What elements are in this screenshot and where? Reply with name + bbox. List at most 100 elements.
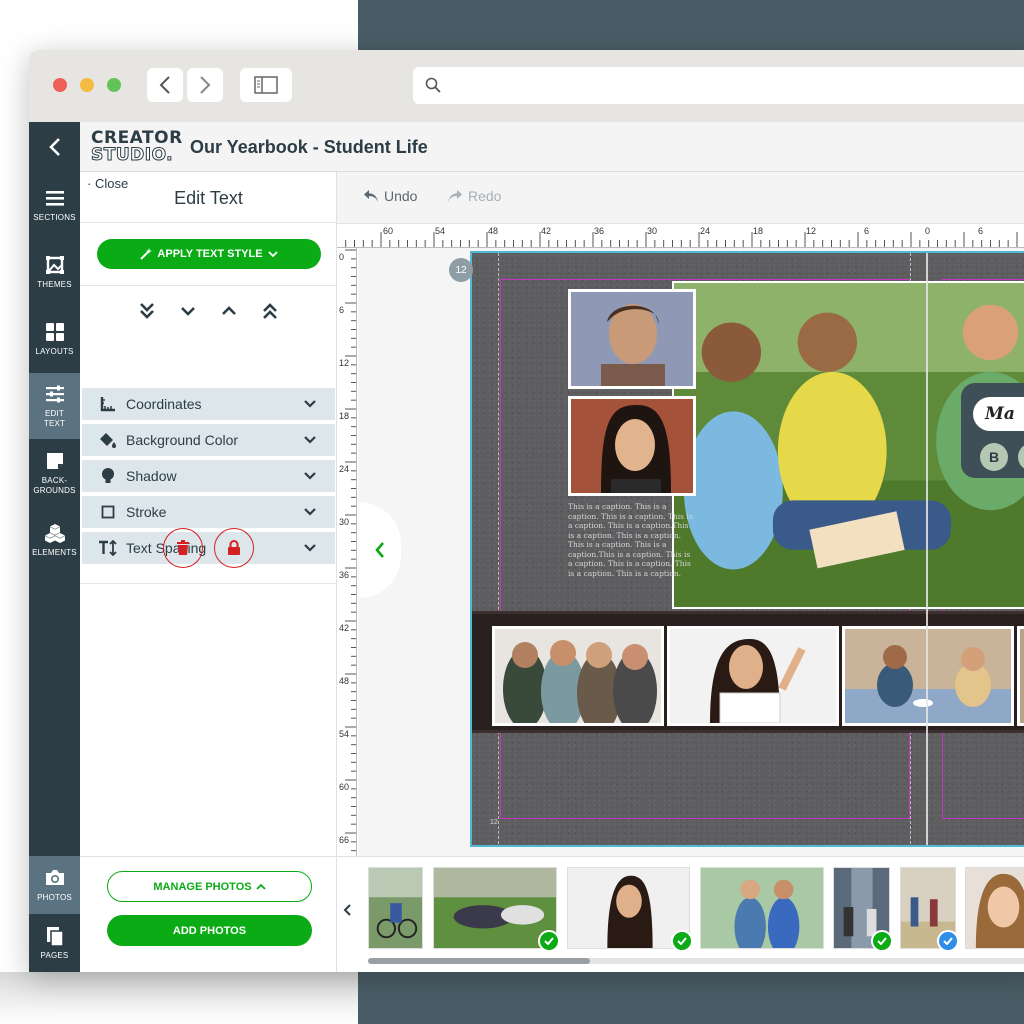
browser-forward-button[interactable] [187, 68, 223, 102]
tray-thumbnail[interactable] [433, 867, 560, 952]
tray-thumbnail[interactable] [368, 867, 423, 949]
accordion-text-spacing[interactable]: Text Spacing [82, 532, 335, 564]
rail-item-edit-text[interactable]: EDIT TEXT [29, 373, 80, 439]
yearbook-spread[interactable]: This is a caption. This is a caption. Th… [470, 251, 1024, 847]
themes-icon [45, 256, 64, 274]
browser-sidebar-button[interactable] [240, 68, 292, 102]
ruler-label: 6 [978, 226, 984, 236]
ruler-icon [98, 396, 118, 412]
strip-photo-1[interactable] [492, 626, 664, 733]
chevron-down-icon [181, 307, 195, 316]
ruler-label: 12 [806, 226, 817, 236]
tray-scroll-left-button[interactable] [337, 895, 357, 925]
sidebar-toggle-icon [254, 76, 278, 94]
undo-arrow-icon [364, 190, 378, 202]
browser-back-button[interactable] [147, 68, 183, 102]
vertical-ruler: 0 6 12 18 24 30 36 42 48 54 60 66 [337, 248, 357, 856]
selected-check-icon [937, 930, 959, 952]
bikes-photo [369, 868, 422, 948]
smiling-girl-photo [966, 868, 1024, 948]
chevron-right-icon [200, 76, 211, 94]
editor-toolbar: Undo Redo [337, 172, 1024, 224]
tool-rail: SECTIONS THEMES LAYOUTS EDIT TEXT BACK- … [29, 172, 80, 972]
tool-rail-bottom: PHOTOS PAGES [29, 856, 80, 972]
spread-center-fold [926, 253, 928, 845]
rail-item-pages[interactable]: PAGES [29, 914, 80, 972]
strip-photo-2[interactable] [667, 626, 839, 726]
rail-item-sections[interactable]: SECTIONS [29, 172, 80, 238]
students-lying-on-grass-photo [434, 868, 556, 948]
photos-panel: MANAGE PHOTOS ADD PHOTOS [80, 856, 337, 972]
delete-button[interactable] [163, 528, 203, 568]
elements-cubes-icon [44, 524, 65, 543]
rail-item-layouts[interactable]: LAYOUTS [29, 306, 80, 372]
bring-to-front-button[interactable] [258, 300, 282, 322]
rail-item-themes[interactable]: THEMES [29, 239, 80, 305]
ruler-label: 54 [435, 226, 446, 236]
accordion-coordinates[interactable]: Coordinates [82, 388, 335, 420]
vertical-ruler-ticks [345, 249, 356, 852]
ruler-label: 6 [339, 305, 345, 315]
chevron-left-icon [343, 904, 351, 916]
send-backward-button[interactable] [176, 300, 200, 322]
text-spacing-icon [98, 540, 118, 556]
apply-text-style-button[interactable]: APPLY TEXT STYLE [97, 239, 321, 269]
tray-thumbnail[interactable] [833, 867, 893, 952]
font-style-button[interactable] [1018, 443, 1024, 471]
tray-scrollbar-thumb[interactable] [368, 958, 590, 964]
ruler-label: 36 [339, 570, 350, 580]
tray-thumbnail[interactable] [900, 867, 959, 952]
undo-label: Undo [384, 188, 418, 204]
rail-item-photos[interactable]: PHOTOS [29, 856, 80, 914]
backgrounds-icon [46, 453, 63, 469]
close-window-dot[interactable] [53, 78, 67, 92]
exit-editor-button[interactable] [29, 122, 80, 172]
accordion-background-color[interactable]: Background Color [82, 424, 335, 456]
tray-thumbnail[interactable] [567, 867, 693, 952]
hamburger-icon [45, 191, 64, 206]
photo-caption[interactable]: This is a caption. This is a caption. Th… [568, 502, 693, 578]
send-to-back-button[interactable] [135, 300, 159, 322]
girl-portrait-photo [571, 399, 693, 493]
tray-thumbnail[interactable] [700, 867, 824, 956]
address-bar[interactable] [413, 67, 1024, 104]
bleed-guide [498, 253, 499, 845]
strip-photo-3[interactable] [842, 626, 1014, 726]
lock-button[interactable] [214, 528, 254, 568]
page-badge: 12 [449, 258, 473, 282]
bring-forward-button[interactable] [217, 300, 241, 322]
bold-button[interactable]: B [980, 443, 1008, 471]
cafeteria-photo [845, 629, 1011, 723]
minimize-window-dot[interactable] [80, 78, 94, 92]
creator-studio-logo: CREATOR STUDIO. [91, 130, 183, 165]
redo-button[interactable]: Redo [447, 188, 501, 204]
portrait-photo-boy[interactable] [568, 289, 696, 389]
accordion-stroke[interactable]: Stroke [82, 496, 335, 528]
undo-button[interactable]: Undo [363, 188, 417, 204]
trash-icon [177, 540, 189, 555]
photo-tray [337, 856, 1024, 972]
logo-line-2: STUDIO. [91, 145, 174, 165]
add-photos-button[interactable]: ADD PHOTOS [107, 915, 312, 946]
zoom-window-dot[interactable] [107, 78, 121, 92]
portrait-photo-girl[interactable] [568, 396, 696, 496]
ruler-label: 24 [339, 464, 350, 474]
rail-label: ELEMENTS [32, 548, 77, 557]
rail-item-backgrounds[interactable]: BACK- GROUNDS [29, 440, 80, 506]
manage-photos-button[interactable]: MANAGE PHOTOS [107, 871, 312, 902]
sliders-icon [45, 385, 64, 403]
tray-thumbnail[interactable] [965, 867, 1024, 949]
student-photo [1020, 629, 1024, 723]
divider [80, 583, 337, 584]
rail-label: PAGES [40, 951, 69, 960]
accordion-shadow[interactable]: Shadow [82, 460, 335, 492]
rail-item-elements[interactable]: ELEMENTS [29, 507, 80, 573]
font-preview-button[interactable]: Ma [973, 397, 1024, 431]
camera-icon [45, 870, 64, 885]
strip-photo-4[interactable] [1017, 626, 1024, 726]
chevron-left-icon [375, 542, 384, 558]
chevron-down-icon [267, 251, 278, 258]
apply-text-style-label: APPLY TEXT STYLE [157, 248, 263, 260]
rail-label: EDIT TEXT [43, 409, 66, 428]
rail-label: LAYOUTS [35, 347, 74, 356]
